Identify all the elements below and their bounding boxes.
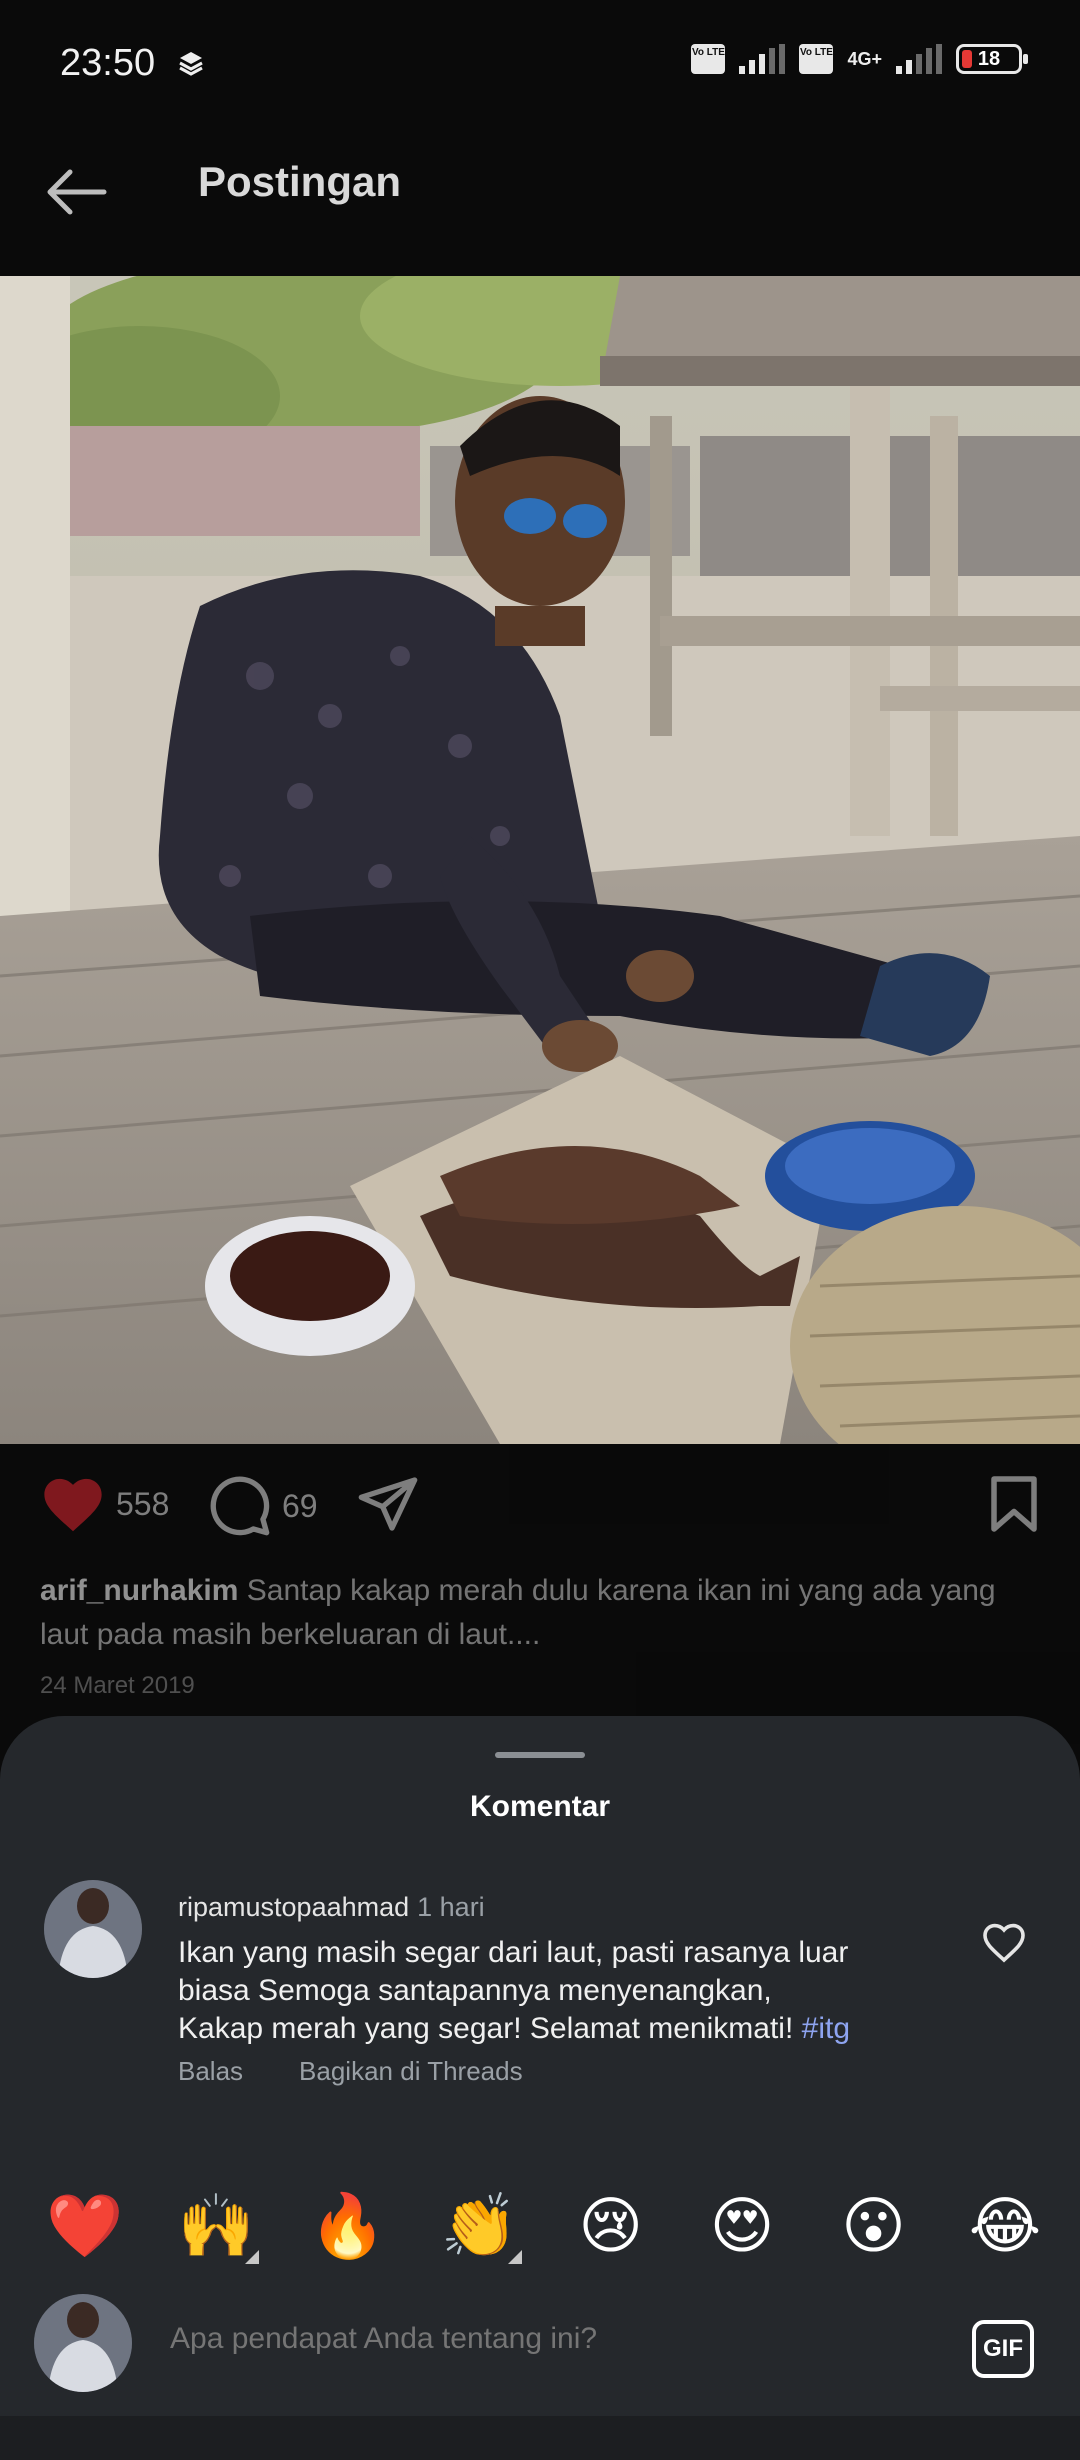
signal-icon bbox=[739, 44, 786, 74]
post-photo-image bbox=[0, 276, 1080, 1444]
back-button[interactable] bbox=[40, 156, 112, 228]
gif-button[interactable]: GIF bbox=[972, 2320, 1034, 2378]
status-bar: 23:50 Vo LTE Vo LTE 4G+ 18 bbox=[0, 0, 1080, 130]
comment-action: 69 bbox=[208, 1474, 318, 1538]
bookmark-icon[interactable] bbox=[988, 1474, 1040, 1534]
comment-input[interactable] bbox=[170, 2322, 870, 2356]
avatar-image bbox=[34, 2294, 132, 2392]
status-time: 23:50 bbox=[60, 42, 156, 84]
send-icon[interactable] bbox=[356, 1474, 420, 1534]
reply-button[interactable]: Balas bbox=[178, 2056, 243, 2087]
caption-username[interactable]: arif_nurhakim bbox=[40, 1574, 238, 1607]
hashtag-link[interactable]: #itg bbox=[802, 2012, 850, 2045]
system-nav-bar bbox=[0, 2416, 1080, 2460]
top-app-bar: Postingan bbox=[0, 130, 1080, 276]
emoji-raising-hands[interactable]: 🙌 bbox=[171, 2186, 261, 2266]
emoji-heart[interactable]: ❤️ bbox=[40, 2186, 130, 2266]
heart-filled-icon[interactable] bbox=[40, 1474, 106, 1534]
comment-username[interactable]: ripamustopaahmad bbox=[178, 1892, 409, 1922]
skin-tone-indicator bbox=[245, 2250, 260, 2264]
emoji-crying[interactable]: 😢 bbox=[566, 2186, 656, 2266]
volte-icon: Vo LTE bbox=[691, 44, 726, 74]
sheet-drag-handle[interactable] bbox=[495, 1752, 585, 1758]
emoji-raising-hands-glyph: 🙌 bbox=[177, 2189, 256, 2262]
emoji-clap-glyph: 👏 bbox=[440, 2189, 518, 2262]
like-action: 558 bbox=[40, 1474, 169, 1534]
heart-outline-icon[interactable] bbox=[980, 1918, 1028, 1966]
emoji-fire[interactable]: 🔥 bbox=[303, 2186, 393, 2266]
signal-icon-sim2 bbox=[896, 44, 942, 74]
comment-text-line3: Kakap merah yang segar! Selamat menikmat… bbox=[178, 2012, 794, 2045]
post-photo[interactable] bbox=[0, 276, 1080, 1444]
comment-count: 69 bbox=[282, 1487, 318, 1524]
post-date: 24 Maret 2019 bbox=[40, 1672, 195, 1699]
comment-icon[interactable] bbox=[208, 1474, 272, 1538]
comment-text-line: biasa Semoga santapannya menyenangkan, bbox=[178, 1974, 772, 2007]
post-details: 558 69 arif_nurhakim Santap kakap merah … bbox=[0, 1444, 1080, 1744]
battery-icon: 18 bbox=[956, 44, 1028, 74]
comment-header: ripamustopaahmad 1 hari bbox=[178, 1892, 485, 1923]
emoji-clap[interactable]: 👏 bbox=[434, 2186, 524, 2266]
quick-reactions: ❤️ 🙌 🔥 👏 😢 😍 😮 😂 bbox=[40, 2186, 1050, 2266]
arrow-left-icon bbox=[47, 169, 107, 215]
sheet-title: Komentar bbox=[469, 1790, 611, 1823]
page-title: Postingan bbox=[198, 158, 402, 205]
layers-icon bbox=[179, 52, 203, 76]
like-count: 558 bbox=[116, 1485, 170, 1522]
avatar bbox=[34, 2294, 132, 2392]
comments-sheet: Komentar ripamustopaahmad 1 hari Ikan yan… bbox=[0, 1716, 1080, 2460]
status-indicators: Vo LTE Vo LTE 4G+ 18 bbox=[691, 44, 1028, 74]
emoji-surprised[interactable]: 😮 bbox=[829, 2186, 919, 2266]
skin-tone-indicator bbox=[508, 2250, 523, 2264]
network-type: 4G+ bbox=[847, 49, 882, 69]
avatar[interactable] bbox=[44, 1880, 142, 1978]
share-threads-button[interactable]: Bagikan di Threads bbox=[299, 2056, 523, 2087]
comment-item: ripamustopaahmad 1 hari Ikan yang masih s… bbox=[44, 1880, 1036, 2090]
comment-text-line: Ikan yang masih segar dari laut, pasti r… bbox=[178, 1936, 849, 1969]
volte-icon-sim2: Vo LTE bbox=[799, 44, 834, 74]
comment-time: 1 hari bbox=[417, 1892, 485, 1922]
emoji-heart-eyes[interactable]: 😍 bbox=[697, 2186, 787, 2266]
emoji-laughing[interactable]: 😂 bbox=[960, 2186, 1050, 2266]
post-actions: 558 69 bbox=[40, 1474, 1040, 1554]
comment-composer: GIF bbox=[0, 2286, 1080, 2406]
save-action[interactable] bbox=[988, 1474, 1040, 1534]
comment-actions: Balas Bagikan di Threads bbox=[178, 2056, 523, 2087]
comment-text-line: Kakap merah yang segar! Selamat menikmat… bbox=[178, 2010, 938, 2048]
post-caption: arif_nurhakim Santap kakap merah dulu ka… bbox=[40, 1569, 1020, 1657]
comment-text: Ikan yang masih segar dari laut, pasti r… bbox=[178, 1934, 938, 2048]
avatar-image bbox=[44, 1880, 142, 1978]
share-action[interactable] bbox=[356, 1474, 420, 1534]
